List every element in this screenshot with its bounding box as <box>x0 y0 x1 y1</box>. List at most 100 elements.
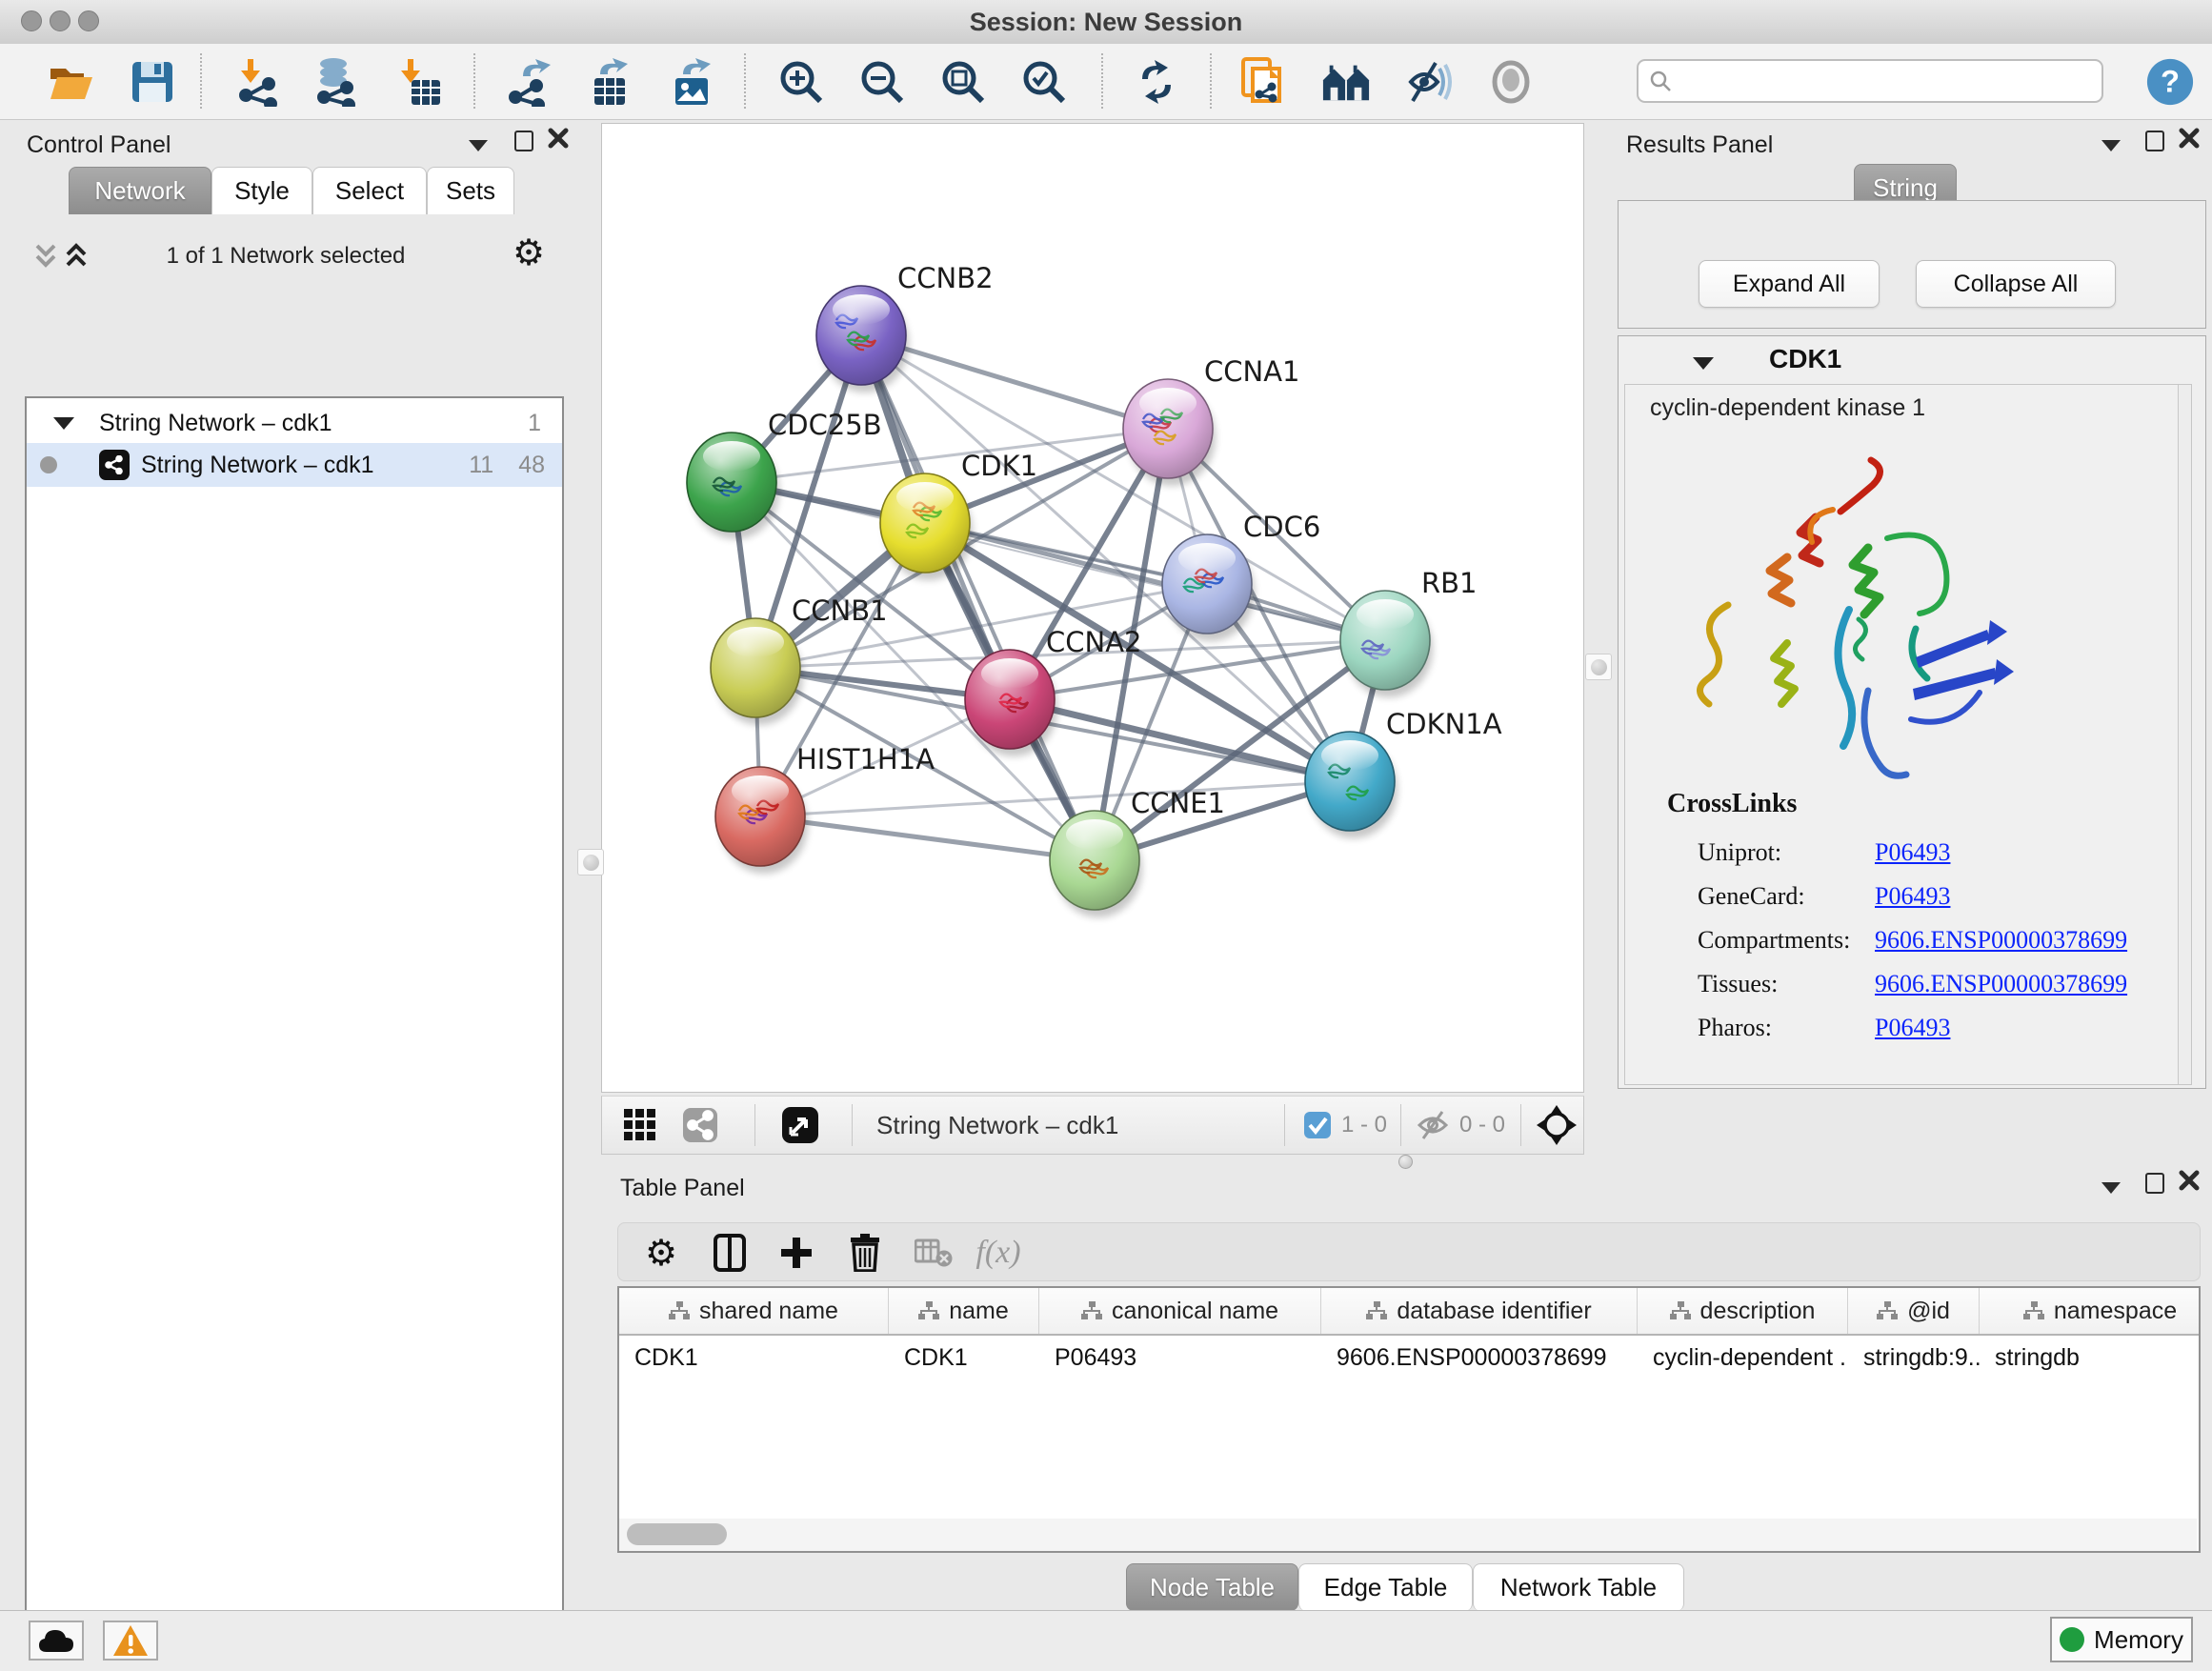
crosslink-value-link[interactable]: P06493 <box>1875 838 1950 867</box>
tab-node-table[interactable]: Node Table <box>1126 1563 1298 1611</box>
section-collapse-triangle-icon[interactable] <box>1693 357 1714 370</box>
show-columns-icon[interactable] <box>704 1229 755 1277</box>
column-type-icon <box>1366 1301 1387 1320</box>
table-cell[interactable]: P06493 <box>1039 1336 1321 1379</box>
table-cell[interactable]: cyclin-dependent ... <box>1638 1336 1848 1379</box>
collection-count: 1 <box>528 410 541 437</box>
panel-close-icon[interactable] <box>547 127 570 154</box>
collapse-all-button[interactable]: Collapse All <box>1916 260 2116 308</box>
import-network-database-icon[interactable] <box>312 56 361 108</box>
zoom-out-icon[interactable] <box>857 56 907 108</box>
zoom-selected-icon[interactable] <box>1019 56 1069 108</box>
table-row[interactable]: CDK1CDK1P064939606.ENSP00000378699cyclin… <box>619 1336 2201 1379</box>
network-node-CCNE1[interactable]: CCNE1 <box>1050 787 1225 917</box>
table-hscrollbar[interactable] <box>619 1519 2197 1551</box>
network-node-CCNB1[interactable]: CCNB1 <box>711 594 888 725</box>
show-panel-eye-icon[interactable] <box>1486 56 1536 108</box>
hide-panel-eye-icon[interactable] <box>1403 56 1453 108</box>
tab-edge-table[interactable]: Edge Table <box>1298 1563 1473 1611</box>
collapse-triangle-icon[interactable] <box>53 417 74 430</box>
detach-view-icon[interactable] <box>781 1097 819 1154</box>
help-icon[interactable]: ? <box>2145 56 2195 108</box>
column-header-name[interactable]: name <box>889 1288 1039 1334</box>
birdseye-navigator-icon[interactable] <box>1536 1097 1578 1154</box>
panel-menu-icon[interactable] <box>469 140 488 151</box>
zoom-in-icon[interactable] <box>776 56 826 108</box>
network-node-CDC6[interactable]: CDC6 <box>1162 511 1320 641</box>
import-network-file-icon[interactable] <box>233 56 283 108</box>
duplicate-network-icon[interactable] <box>1238 56 1288 108</box>
panel-menu-icon[interactable] <box>2101 140 2121 151</box>
network-row[interactable]: String Network – cdk1 11 48 <box>27 443 562 487</box>
add-column-icon[interactable] <box>771 1229 822 1277</box>
crosslink-value-link[interactable]: 9606.ENSP00000378699 <box>1875 970 2127 998</box>
column-header-canonical-name[interactable]: canonical name <box>1039 1288 1321 1334</box>
panel-menu-icon[interactable] <box>2101 1182 2121 1194</box>
column-header-database-identifier[interactable]: database identifier <box>1321 1288 1638 1334</box>
memory-button[interactable]: Memory <box>2050 1617 2193 1662</box>
export-image-icon[interactable] <box>667 56 716 108</box>
import-table-file-icon[interactable] <box>395 56 445 108</box>
table-cell[interactable]: 9606.ENSP00000378699 <box>1321 1336 1638 1379</box>
tab-style[interactable]: Style <box>211 167 312 214</box>
network-node-CCNB2[interactable]: CCNB2 <box>816 262 994 393</box>
network-status-dot-icon <box>40 456 57 473</box>
tab-network-table[interactable]: Network Table <box>1473 1563 1684 1611</box>
tab-sets[interactable]: Sets <box>427 167 514 214</box>
crosslink-value-link[interactable]: P06493 <box>1875 882 1950 911</box>
results-scrollbar[interactable] <box>2178 385 2191 1084</box>
network-node-CCNA1[interactable]: CCNA1 <box>1123 355 1299 486</box>
network-edge[interactable] <box>861 335 1095 860</box>
cloud-status-button[interactable] <box>29 1621 84 1661</box>
network-overview-icon[interactable] <box>682 1097 718 1154</box>
column-header-description[interactable]: description <box>1638 1288 1848 1334</box>
search-input[interactable] <box>1673 63 2101 99</box>
table-cell[interactable]: stringdb:9... <box>1848 1336 1980 1379</box>
network-node-CDKN1A[interactable]: CDKN1A <box>1305 708 1502 838</box>
crosslinks-list: Uniprot:P06493GeneCard:P06493Compartment… <box>1698 831 2174 1050</box>
panel-close-icon[interactable] <box>2178 1169 2201 1197</box>
open-session-icon[interactable] <box>47 56 96 108</box>
crosslink-row: Pharos:P06493 <box>1698 1006 2174 1050</box>
table-hscrollbar-thumb[interactable] <box>627 1523 727 1545</box>
save-session-icon[interactable] <box>128 56 177 108</box>
hidden-eye-icon[interactable] <box>1416 1097 1450 1154</box>
export-table-icon[interactable] <box>586 56 635 108</box>
export-network-icon[interactable] <box>505 56 554 108</box>
crosslink-value-link[interactable]: P06493 <box>1875 1014 1950 1042</box>
tab-select[interactable]: Select <box>312 167 427 214</box>
column-header-namespace[interactable]: namespace <box>1980 1288 2201 1334</box>
table-cell[interactable]: CDK1 <box>889 1336 1039 1379</box>
panel-float-icon[interactable] <box>2145 1173 2164 1194</box>
collapse-all-chevron-icon[interactable] <box>32 242 59 275</box>
column-header-label: description <box>1700 1298 1816 1325</box>
network-node-CDC25B[interactable]: CDC25B <box>687 409 882 539</box>
network-collection-row[interactable]: String Network – cdk1 1 <box>27 403 562 443</box>
expand-all-chevron-icon[interactable] <box>63 242 90 275</box>
zoom-fit-icon[interactable] <box>938 56 988 108</box>
column-header-shared-name[interactable]: shared name <box>619 1288 889 1334</box>
panel-float-icon[interactable] <box>514 131 533 151</box>
crosslink-row: GeneCard:P06493 <box>1698 875 2174 918</box>
network-edge[interactable] <box>760 816 1095 860</box>
table-cell[interactable]: stringdb <box>1980 1336 2201 1379</box>
tab-network[interactable]: Network <box>69 167 211 214</box>
network-node-RB1[interactable]: RB1 <box>1340 567 1478 697</box>
application-window: Session: New Session <box>0 0 2212 1671</box>
expand-all-button[interactable]: Expand All <box>1699 260 1880 308</box>
gear-icon[interactable]: ⚙ <box>635 1229 687 1277</box>
warning-status-button[interactable] <box>103 1621 158 1661</box>
gear-icon[interactable]: ⚙ <box>513 232 545 274</box>
refresh-icon[interactable] <box>1132 56 1181 108</box>
grid-view-icon[interactable] <box>623 1097 657 1154</box>
panel-float-icon[interactable] <box>2145 131 2164 151</box>
crosslink-value-link[interactable]: 9606.ENSP00000378699 <box>1875 926 2127 955</box>
column-header--id[interactable]: @id <box>1848 1288 1980 1334</box>
table-cell[interactable]: CDK1 <box>619 1336 889 1379</box>
delete-column-icon[interactable] <box>839 1229 891 1277</box>
network-canvas[interactable]: CCNB2CCNA1CDC25BCDK1CDC6RB1CCNB1CCNA2CDK… <box>601 123 1584 1093</box>
selected-checkbox-icon[interactable] <box>1303 1097 1332 1154</box>
panel-close-icon[interactable] <box>2178 127 2201 154</box>
left-splitter-handle[interactable] <box>577 849 604 876</box>
home-pages-icon[interactable] <box>1321 56 1371 108</box>
